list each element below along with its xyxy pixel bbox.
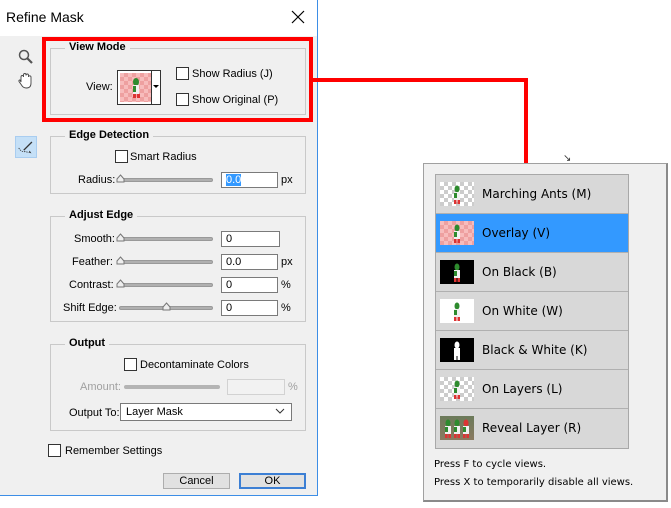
view-mode-item-label: Black & White (K) — [482, 343, 588, 357]
character-figure-icon — [454, 263, 460, 282]
slider-thumb[interactable] — [116, 174, 125, 183]
character-figure-icon — [454, 224, 460, 243]
feather-label: Feather: — [72, 256, 113, 268]
show-radius-checkbox[interactable] — [176, 67, 189, 80]
radius-unit: px — [281, 174, 293, 186]
feather-input[interactable]: 0.0 — [221, 254, 278, 270]
output-to-label: Output To: — [69, 407, 120, 419]
view-mode-item-label: On Black (B) — [482, 265, 557, 279]
hand-icon — [18, 73, 32, 89]
smooth-slider[interactable] — [116, 233, 213, 242]
title-bar: Refine Mask — [0, 0, 317, 36]
view-mode-list: Marching Ants (M) Overlay (V) On Black (B)… — [435, 174, 629, 449]
contrast-input[interactable]: 0 — [221, 277, 278, 293]
show-original-checkbox[interactable] — [176, 93, 189, 106]
character-figure-icon — [454, 185, 460, 204]
dialog-title: Refine Mask — [6, 9, 84, 25]
shift-edge-label: Shift Edge: — [63, 302, 117, 314]
amount-input — [227, 379, 285, 395]
view-mode-item[interactable]: Marching Ants (M) — [436, 175, 628, 214]
close-icon — [291, 10, 305, 24]
view-label: View: — [86, 81, 113, 93]
contrast-slider[interactable] — [116, 279, 213, 288]
amount-slider — [124, 385, 220, 389]
view-mode-item[interactable]: Overlay (V) — [436, 214, 628, 253]
refine-mask-dialog: Refine Mask View Mode View: Show Radius … — [0, 0, 318, 496]
edge-detection-title: Edge Detection — [65, 129, 154, 141]
ok-button[interactable]: OK — [239, 473, 306, 489]
view-mode-item-label: Overlay (V) — [482, 226, 551, 240]
refine-radius-brush-icon — [18, 141, 33, 154]
magnifier-icon — [18, 49, 33, 64]
view-mode-item-label: On White (W) — [482, 304, 563, 318]
view-mode-item-label: Marching Ants (M) — [482, 187, 592, 201]
overlay-view-thumbnail — [120, 73, 152, 102]
radius-label: Radius: — [78, 174, 116, 186]
shift-edge-unit: % — [281, 302, 291, 314]
adjust-edge-title: Adjust Edge — [65, 209, 138, 221]
contrast-label: Contrast: — [69, 279, 114, 291]
show-original-label: Show Original (P) — [192, 94, 279, 106]
view-mode-title: View Mode — [65, 41, 130, 53]
slider-thumb[interactable] — [116, 279, 125, 288]
view-thumbnail — [440, 416, 474, 440]
amount-label: Amount: — [80, 381, 121, 393]
view-dropdown-arrow[interactable] — [151, 71, 160, 104]
shift-edge-input[interactable]: 0 — [221, 300, 278, 316]
view-thumbnail — [440, 299, 474, 323]
feather-unit: px — [281, 256, 293, 268]
slider-thumb[interactable] — [116, 256, 125, 265]
view-thumbnail — [440, 260, 474, 284]
view-thumbnail — [440, 338, 474, 362]
view-mode-popup: Marching Ants (M) Overlay (V) On Black (B)… — [423, 163, 668, 502]
remember-settings-label: Remember Settings — [65, 445, 163, 457]
show-radius-label: Show Radius (J) — [192, 68, 273, 80]
zoom-tool-button[interactable] — [15, 46, 37, 68]
feather-slider[interactable] — [116, 256, 213, 265]
radius-input[interactable]: 0.0 — [221, 172, 278, 188]
hand-tool-button[interactable] — [15, 70, 37, 92]
character-figure-icon — [454, 380, 460, 399]
amount-unit: % — [288, 381, 298, 393]
output-to-value: Layer Mask — [126, 406, 183, 418]
slider-thumb[interactable] — [116, 233, 125, 242]
smooth-input[interactable]: 0 — [221, 231, 280, 247]
radius-slider[interactable] — [116, 174, 213, 183]
contrast-unit: % — [281, 279, 291, 291]
chevron-down-icon — [275, 408, 285, 414]
smart-radius-label: Smart Radius — [130, 151, 197, 163]
view-mode-item[interactable]: On Layers (L) — [436, 370, 628, 409]
view-mode-item[interactable]: On Black (B) — [436, 253, 628, 292]
view-mode-item[interactable]: Black & White (K) — [436, 331, 628, 370]
decontaminate-colors-checkbox[interactable] — [124, 358, 137, 371]
output-title: Output — [65, 337, 110, 349]
decontaminate-colors-label: Decontaminate Colors — [140, 359, 249, 371]
view-thumbnail — [440, 377, 474, 401]
view-mode-item[interactable]: Reveal Layer (R) — [436, 409, 628, 448]
view-mode-item-label: On Layers (L) — [482, 382, 563, 396]
close-button[interactable] — [287, 6, 309, 28]
character-figure-icon — [133, 78, 140, 98]
annotation-connector-horizontal — [313, 78, 527, 82]
view-thumbnail — [440, 221, 474, 245]
hint-disable-views: Press X to temporarily disable all views… — [434, 477, 634, 488]
view-mode-item-label: Reveal Layer (R) — [482, 421, 582, 435]
smooth-label: Smooth: — [74, 233, 115, 245]
shift-edge-slider[interactable] — [119, 302, 213, 311]
slider-thumb[interactable] — [162, 302, 171, 311]
character-figure-icon — [454, 341, 460, 360]
output-to-select[interactable]: Layer Mask — [120, 403, 292, 421]
remember-settings-checkbox[interactable] — [48, 444, 61, 457]
cancel-button[interactable]: Cancel — [163, 473, 230, 489]
character-figure-icon — [445, 419, 469, 438]
view-mode-item[interactable]: On White (W) — [436, 292, 628, 331]
view-mode-picker[interactable] — [117, 70, 161, 105]
character-figure-icon — [454, 302, 460, 321]
refine-radius-tool-button[interactable] — [15, 136, 37, 158]
view-thumbnail — [440, 182, 474, 206]
smart-radius-checkbox[interactable] — [115, 150, 128, 163]
hint-cycle-views: Press F to cycle views. — [434, 459, 547, 470]
